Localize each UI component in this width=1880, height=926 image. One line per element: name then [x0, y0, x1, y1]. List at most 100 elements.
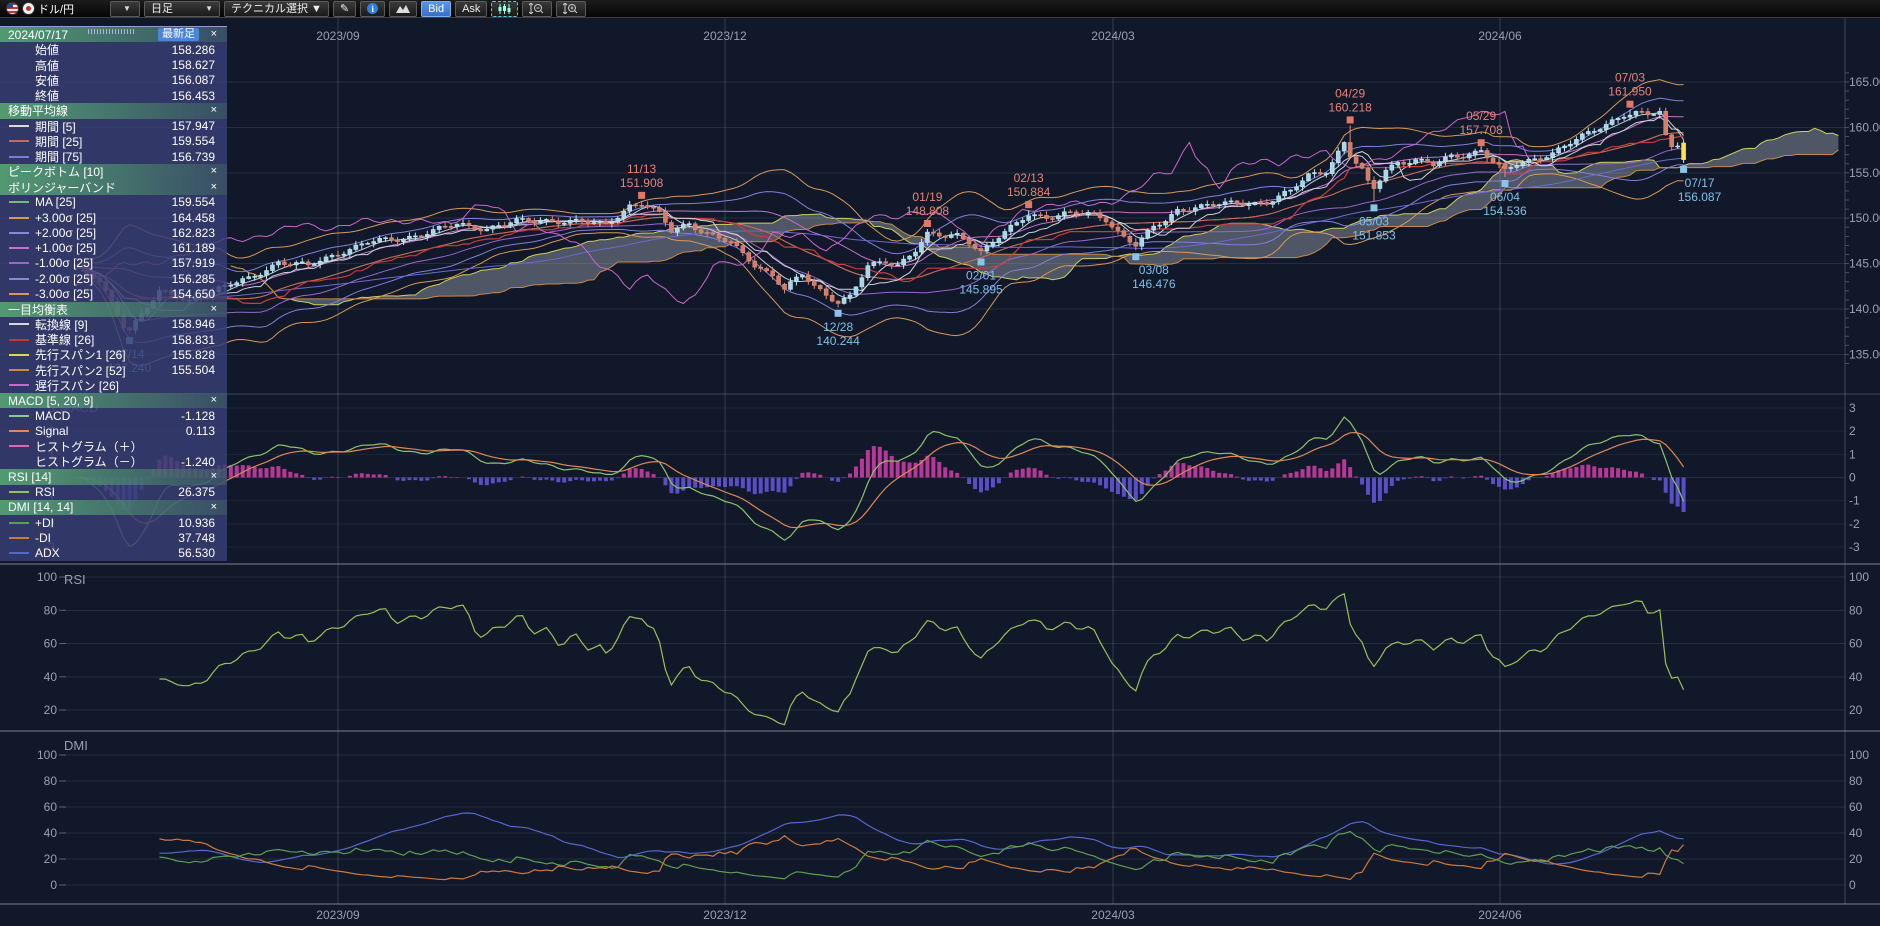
series-label: -2.00σ [25] [35, 271, 94, 286]
peak-annotation: 01/19 [912, 190, 942, 204]
series-color-swatch [9, 552, 29, 555]
macd-axis-label: 3 [1849, 401, 1856, 415]
timeframe-select[interactable]: 日足 ▼ [144, 0, 220, 17]
rsi-axis-label: 60 [44, 637, 58, 651]
info-icon: i [367, 3, 379, 14]
bid-button[interactable]: Bid [421, 0, 452, 17]
bottom-date-label: 2023/12 [703, 908, 747, 922]
indicator-value-row: -1.00σ [25] 157.919 [0, 256, 227, 271]
indicator-value-row: 期間 [75] 156.739 [0, 149, 227, 164]
series-value: 0.113 [185, 424, 215, 439]
macd-axis-label: -3 [1849, 540, 1860, 554]
vertical-zoom-in-button[interactable] [556, 0, 587, 17]
indicator-value-row: -3.00σ [25] 154.650 [0, 286, 227, 301]
pair-select[interactable]: ドル/円 [2, 1, 106, 17]
series-value: 26.375 [178, 485, 215, 500]
close-icon[interactable]: × [211, 302, 217, 317]
peak-annotation: 11/13 [627, 162, 656, 176]
technical-select-button[interactable]: テクニカル選択 ▼ [224, 0, 329, 17]
indicator-value-row: +2.00σ [25] 162.823 [0, 225, 227, 240]
rsi-axis-label: 20 [44, 703, 58, 717]
series-label: ADX [35, 546, 60, 561]
series-color-swatch [9, 491, 29, 494]
close-icon[interactable]: × [211, 164, 217, 179]
dmi-axis-label: 80 [44, 774, 58, 788]
series-value: 158.946 [171, 317, 215, 332]
indicator-title: DMI [14, 14] [8, 500, 74, 515]
series-color-swatch [9, 353, 29, 356]
zoom-out-icon [529, 3, 544, 14]
macd-axis-label: -1 [1849, 494, 1860, 508]
series-label: RSI [35, 485, 56, 500]
peak-marker [923, 220, 931, 228]
series-label: +DI [35, 515, 55, 530]
indicator-header-row: ボリンジャーバンド × [0, 179, 227, 195]
series-color-swatch [9, 461, 29, 463]
rsi-axis-label: 80 [44, 603, 58, 617]
chart-canvas[interactable]: 07/14137.24011/13151.90812/28140.24401/1… [0, 0, 1880, 926]
indicator-panel: 2024/07/17 最新足 × 始値 158.286 高値 158.627 安値 156.08… [0, 26, 227, 561]
vertical-zoom-out-button[interactable] [522, 0, 553, 17]
close-icon[interactable]: × [211, 27, 217, 42]
indicator-value-row: 始値 158.286 [0, 42, 227, 58]
info-button[interactable]: i [360, 0, 386, 17]
indicator-value-row: ヒストグラム（－） -1.240 [0, 454, 227, 470]
price-axis-label: 140.00 [1849, 302, 1880, 316]
series-label: +3.00σ [25] [35, 210, 97, 225]
series-value: 156.739 [171, 149, 215, 164]
panel-drag-handle[interactable] [88, 29, 136, 34]
date-header-row: 2024/07/17 最新足 × [0, 27, 227, 43]
pair-label: ドル/円 [38, 3, 75, 16]
svg-text:100: 100 [1849, 748, 1869, 762]
series-value: 158.627 [171, 58, 215, 73]
close-icon[interactable]: × [211, 393, 217, 408]
peak-annotation: 07/03 [1615, 71, 1645, 85]
bottom-annotation: 07/17 [1685, 176, 1715, 190]
pencil-icon: ✎ [339, 2, 350, 15]
price-axis-label: 145.00 [1849, 257, 1880, 271]
svg-text:150.884: 150.884 [1007, 185, 1051, 199]
close-icon[interactable]: × [211, 500, 217, 515]
close-icon[interactable]: × [211, 469, 217, 484]
indicator-value-row: MA [25] 159.554 [0, 195, 227, 210]
series-value: 56.530 [178, 546, 215, 561]
trading-app-window: { "toolbar": { "pair": "ドル/円", "timefram… [0, 0, 1880, 926]
close-icon[interactable]: × [211, 180, 217, 195]
series-color-swatch [9, 384, 29, 387]
price-axis-label: 160.00 [1849, 120, 1880, 134]
bottom-annotation: 12/28 [823, 320, 853, 334]
svg-text:151.853: 151.853 [1352, 228, 1396, 242]
dmi-axis-label: 20 [44, 852, 58, 866]
peak-marker [1477, 139, 1485, 147]
series-value: 158.286 [171, 42, 215, 57]
indicator-header-row: ピークボトム [10] × [0, 164, 227, 180]
indicator-header-row: MACD [5, 20, 9] × [0, 393, 227, 409]
ask-button[interactable]: Ask [455, 0, 488, 17]
macd-axis-label: -2 [1849, 517, 1860, 531]
svg-text:80: 80 [1849, 603, 1863, 617]
bottom-annotation: 03/08 [1139, 263, 1169, 277]
indicator-value-row: 期間 [5] 157.947 [0, 119, 227, 134]
series-value: 156.285 [171, 271, 215, 286]
series-color-swatch [9, 430, 29, 433]
zoom-in-icon [563, 3, 578, 14]
indicator-value-row: +3.00σ [25] 164.458 [0, 210, 227, 225]
close-icon[interactable]: × [211, 103, 217, 118]
pair-dropdown-button[interactable]: ▼ [110, 0, 140, 17]
svg-text:160.218: 160.218 [1328, 100, 1372, 114]
bottom-date-label: 2024/03 [1091, 908, 1135, 922]
series-value: 164.458 [171, 210, 215, 225]
indicator-value-row: 期間 [25] 159.554 [0, 134, 227, 149]
draw-tool-button[interactable]: ✎ [332, 0, 357, 17]
candlestick-tool-button[interactable] [491, 0, 519, 17]
series-color-swatch [9, 125, 29, 128]
series-color-swatch [9, 521, 29, 524]
indicator-value-row: 高値 158.627 [0, 58, 227, 73]
series-color-swatch [9, 292, 29, 295]
area-chart-button[interactable] [389, 0, 418, 17]
toolbar: ドル/円 ▼ 日足 ▼ テクニカル選択 ▼ ✎ i Bid Ask [0, 0, 1880, 18]
svg-text:154.536: 154.536 [1483, 204, 1527, 218]
chevron-down-icon: ▼ [123, 3, 131, 13]
series-color-swatch [9, 49, 29, 51]
series-value: 37.748 [178, 530, 215, 545]
